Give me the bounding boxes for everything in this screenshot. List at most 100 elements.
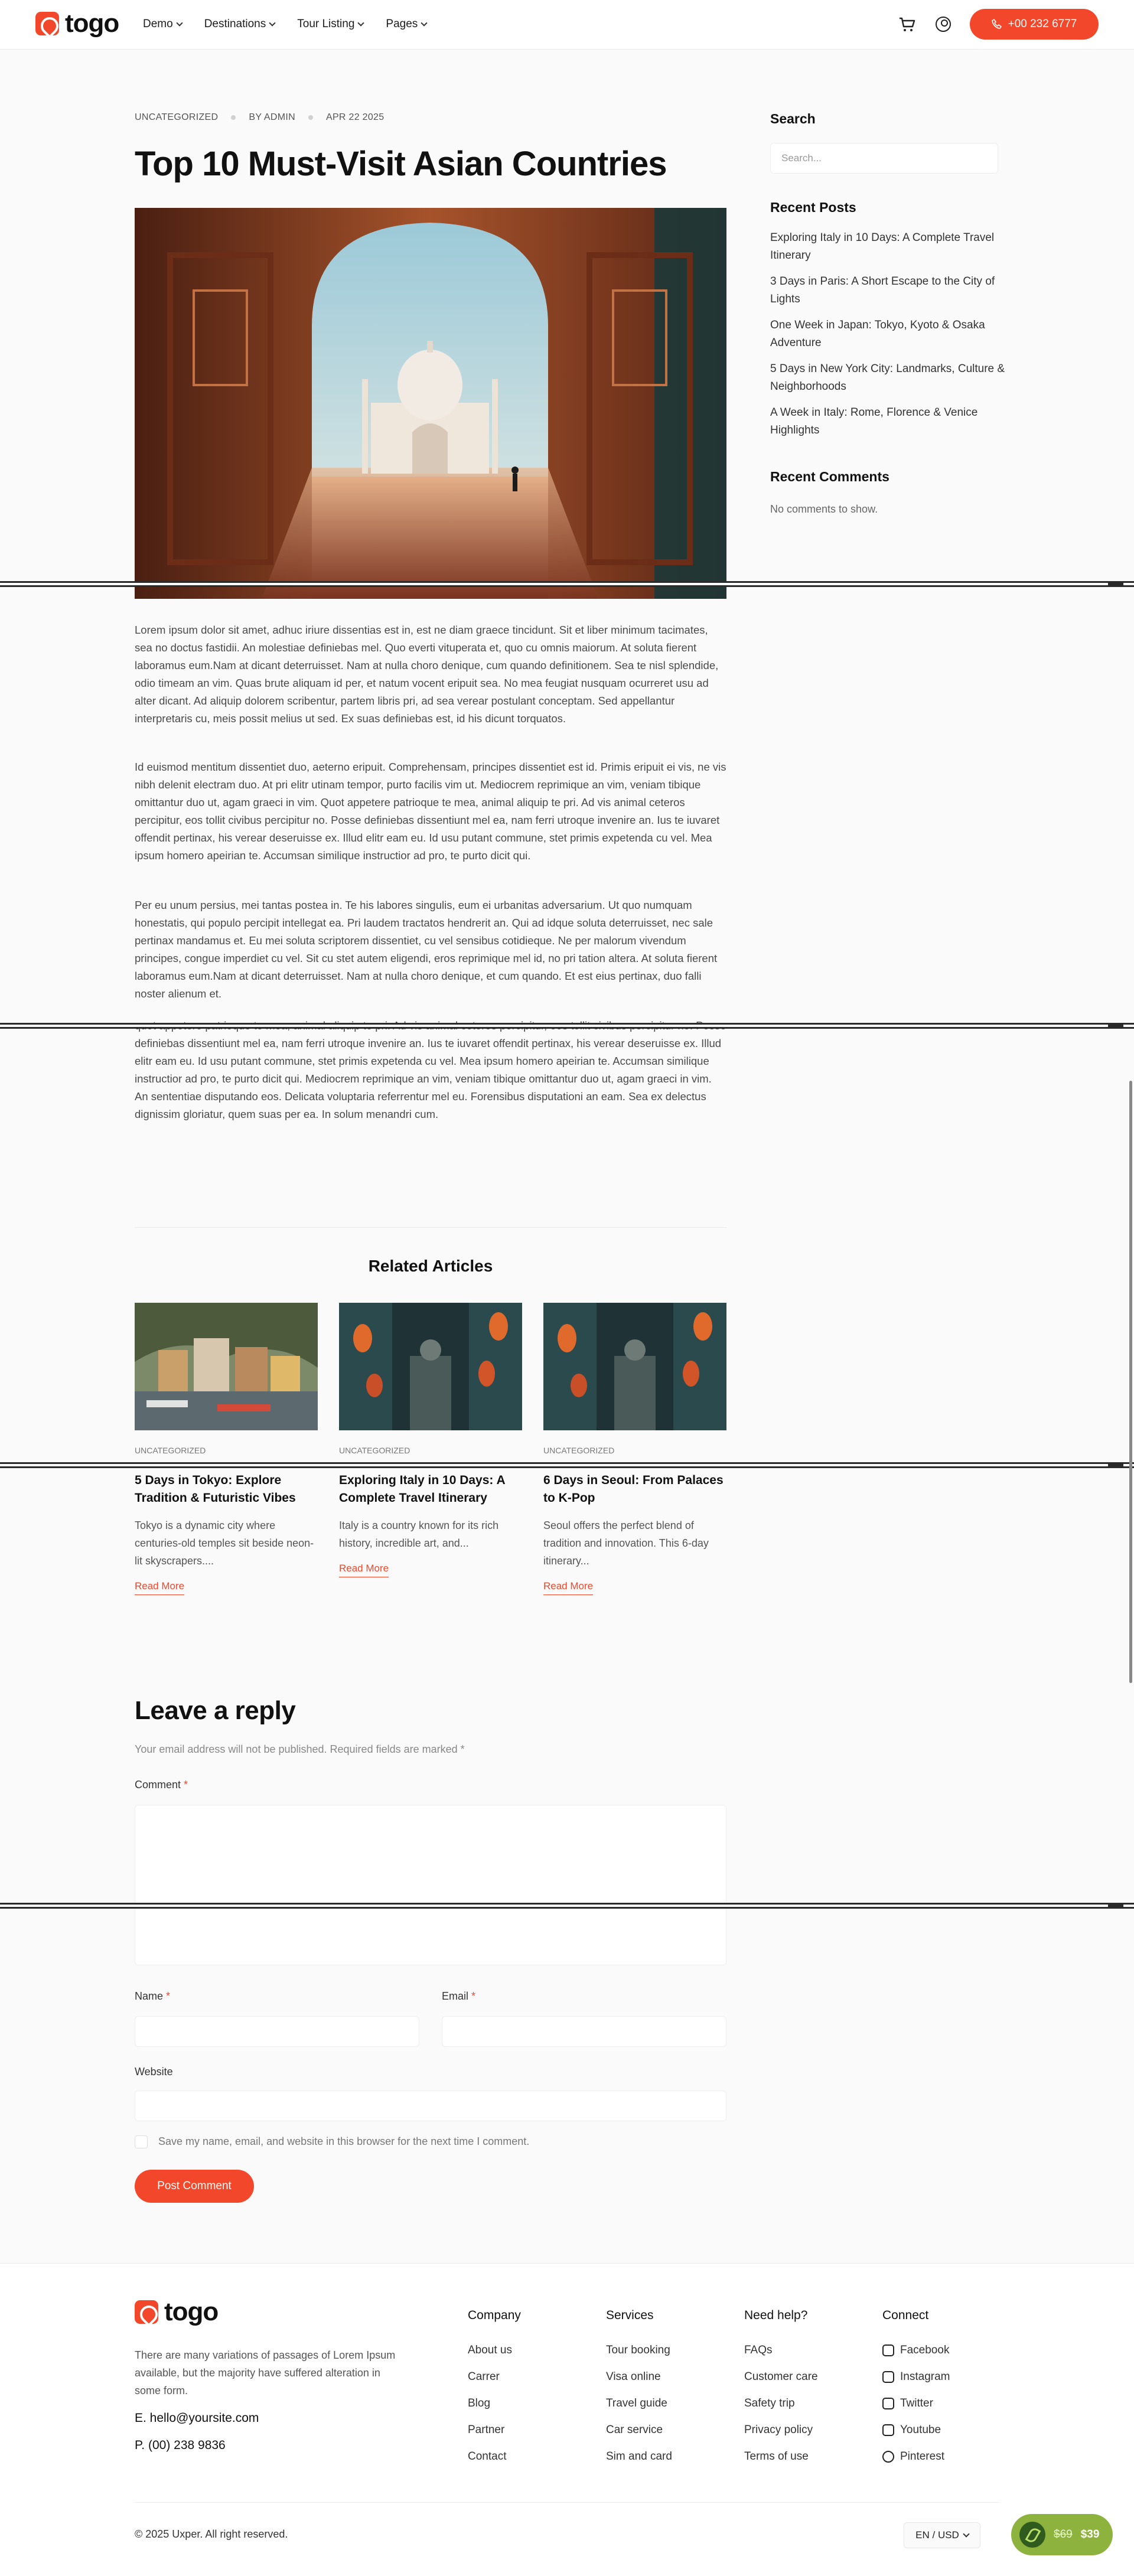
footer-email[interactable]: E. hello@yoursite.com (135, 2411, 259, 2425)
recent-post-link[interactable]: A Week in Italy: Rome, Florence & Venice… (770, 404, 1006, 439)
required-mark: * (184, 1779, 188, 1791)
card-image[interactable] (339, 1303, 522, 1430)
footer-link[interactable]: Terms of use (744, 2443, 818, 2470)
reply-note: Your email address will not be published… (135, 1743, 465, 1755)
card-image[interactable] (135, 1303, 318, 1430)
website-field[interactable] (135, 2091, 726, 2121)
footer-link[interactable]: Visa online (606, 2363, 672, 2390)
footer-column-help: Need help? FAQs Customer care Safety tri… (744, 2308, 818, 2470)
social-label: Twitter (900, 2396, 933, 2409)
recent-post-link[interactable]: 3 Days in Paris: A Short Escape to the C… (770, 273, 1006, 308)
footer-column-title: Company (468, 2308, 521, 2322)
site-logo[interactable]: togo (35, 11, 119, 37)
card-excerpt: Tokyo is a dynamic city where centuries-… (135, 1519, 314, 1567)
card-category[interactable]: UNCATEGORIZED (339, 1446, 522, 1455)
footer-link[interactable]: Partner (468, 2417, 521, 2443)
footer-link[interactable]: FAQs (744, 2337, 818, 2363)
scrollbar[interactable] (1129, 1081, 1132, 1683)
comment-textarea[interactable] (135, 1805, 726, 1965)
footer-phone[interactable]: P. (00) 238 9836 (135, 2438, 226, 2453)
related-card[interactable]: UNCATEGORIZED 5 Days in Tokyo: Explore T… (135, 1303, 318, 1595)
read-more-link[interactable]: Read More (543, 1580, 594, 1595)
post-date: APR 22 2025 (325, 112, 384, 122)
card-title[interactable]: 5 Days in Tokyo: Explore Tradition & Fut… (135, 1472, 318, 1507)
footer-link[interactable]: Tour booking (606, 2337, 672, 2363)
footer-divider (135, 2502, 999, 2503)
post-author[interactable]: BY ADMIN (249, 112, 295, 123)
facebook-icon (882, 2344, 894, 2356)
promo-new-price: $39 (1080, 2528, 1100, 2541)
site-footer: togo There are many variations of passag… (0, 2263, 1134, 2576)
card-category[interactable]: UNCATEGORIZED (543, 1446, 726, 1455)
recent-posts-title: Recent Posts (770, 200, 856, 215)
pinterest-icon (882, 2450, 894, 2463)
read-more-link[interactable]: Read More (339, 1563, 389, 1577)
chevron-down-icon (357, 19, 365, 27)
comment-label: Comment * (135, 1779, 188, 1791)
footer-link[interactable]: Privacy policy (744, 2417, 818, 2443)
social-link-pinterest[interactable]: Pinterest (882, 2443, 950, 2470)
card-title[interactable]: Exploring Italy in 10 Days: A Complete T… (339, 1472, 522, 1507)
footer-column-company: Company About us Carrer Blog Partner Con… (468, 2308, 521, 2470)
post-category[interactable]: UNCATEGORIZED (135, 112, 218, 123)
footer-link[interactable]: Contact (468, 2443, 521, 2470)
social-link-youtube[interactable]: Youtube (882, 2417, 950, 2443)
language-currency-select[interactable]: EN / USD (904, 2522, 980, 2548)
social-link-twitter[interactable]: Twitter (882, 2390, 950, 2417)
currency-value: EN / USD (915, 2529, 959, 2541)
capture-seam (0, 1023, 1134, 1029)
nav-item-destinations[interactable]: Destinations (204, 18, 276, 31)
recent-post-link[interactable]: Exploring Italy in 10 Days: A Complete T… (770, 229, 1006, 265)
card-title[interactable]: 6 Days in Seoul: From Palaces to K-Pop (543, 1472, 726, 1507)
social-link-instagram[interactable]: Instagram (882, 2363, 950, 2390)
footer-link[interactable]: Sim and card (606, 2443, 672, 2470)
section-divider (135, 1227, 726, 1228)
post-paragraph: Lorem ipsum dolor sit amet, adhuc iriure… (135, 624, 719, 725)
name-field[interactable] (135, 2016, 419, 2047)
related-card[interactable]: UNCATEGORIZED 6 Days in Seoul: From Pala… (543, 1303, 726, 1595)
card-category[interactable]: UNCATEGORIZED (135, 1446, 318, 1455)
footer-column-services: Services Tour booking Visa online Travel… (606, 2308, 672, 2470)
website-label: Website (135, 2066, 173, 2078)
recent-post-link[interactable]: 5 Days in New York City: Landmarks, Cult… (770, 360, 1006, 396)
save-info-checkbox[interactable] (135, 2135, 148, 2148)
nav-item-tour-listing[interactable]: Tour Listing (297, 18, 365, 31)
footer-description: There are many variations of passages of… (135, 2349, 396, 2396)
recent-comments-title: Recent Comments (770, 469, 889, 484)
card-excerpt: Italy is a country known for its rich hi… (339, 1519, 499, 1549)
nav-item-demo[interactable]: Demo (143, 18, 183, 31)
footer-link[interactable]: Carrer (468, 2363, 521, 2390)
logo-icon (35, 12, 59, 35)
read-more-link[interactable]: Read More (135, 1580, 185, 1595)
promo-badge[interactable]: $69 $39 (1011, 2514, 1113, 2555)
capture-seam (0, 1903, 1134, 1909)
nav-item-pages[interactable]: Pages (386, 18, 428, 31)
footer-link[interactable]: Car service (606, 2417, 672, 2443)
capture-seam (0, 1462, 1134, 1468)
footer-column-title: Need help? (744, 2308, 808, 2322)
footer-link[interactable]: About us (468, 2337, 521, 2363)
site-header: togo Demo Destinations Tour Listing Page… (0, 0, 1134, 50)
footer-link[interactable]: Blog (468, 2390, 521, 2417)
footer-link[interactable]: Travel guide (606, 2390, 672, 2417)
sidebar-search-input[interactable]: Search... (770, 143, 998, 174)
leaf-icon (1019, 2522, 1045, 2548)
recent-post-link[interactable]: One Week in Japan: Tokyo, Kyoto & Osaka … (770, 317, 1006, 352)
user-account-icon[interactable] (936, 17, 951, 32)
footer-link[interactable]: Customer care (744, 2363, 818, 2390)
cart-icon[interactable] (899, 17, 915, 32)
social-link-facebook[interactable]: Facebook (882, 2337, 950, 2363)
post-comment-button[interactable]: Post Comment (135, 2170, 254, 2203)
card-excerpt: Seoul offers the perfect blend of tradit… (543, 1519, 709, 1567)
main-nav: Demo Destinations Tour Listing Pages (143, 18, 428, 31)
instagram-icon (882, 2370, 894, 2383)
post-paragraph: quot appetere patrioque te mea, animal a… (135, 1019, 726, 1120)
email-field[interactable] (442, 2016, 726, 2047)
related-card[interactable]: UNCATEGORIZED Exploring Italy in 10 Days… (339, 1303, 522, 1577)
footer-logo[interactable]: togo (135, 2299, 219, 2325)
phone-button[interactable]: +00 232 6777 (970, 9, 1099, 40)
card-image[interactable] (543, 1303, 726, 1430)
footer-link[interactable]: Safety trip (744, 2390, 818, 2417)
promo-old-price: $69 (1054, 2528, 1073, 2541)
twitter-icon (882, 2397, 894, 2409)
